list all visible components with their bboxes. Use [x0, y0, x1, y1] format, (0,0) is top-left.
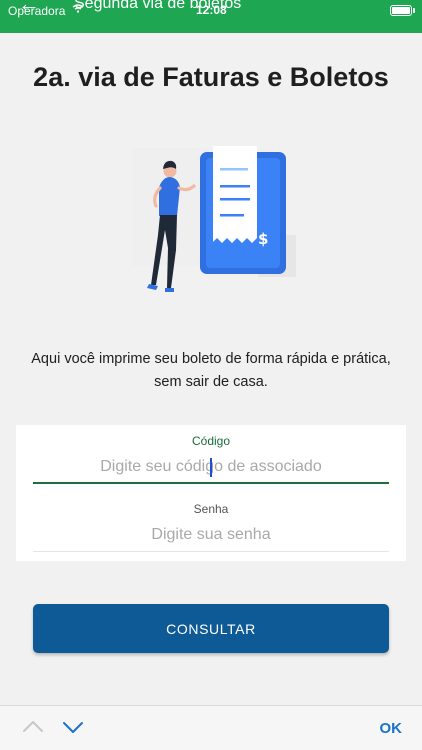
- code-label: Código: [191, 434, 231, 448]
- status-bar: Operadora ← Segunda via de boletos 12:08: [0, 0, 422, 33]
- keyboard-toolbar: OK: [0, 705, 422, 750]
- description-line-1: Aqui você imprime seu boleto de forma rá…: [31, 351, 391, 367]
- clock: 12:08: [196, 3, 227, 17]
- text-caret: [210, 458, 212, 477]
- password-label: Senha: [193, 502, 229, 516]
- battery-icon: [390, 5, 412, 16]
- chevron-up-icon[interactable]: [22, 716, 44, 736]
- login-form: Código Senha: [16, 425, 406, 561]
- description-line-2: sem sair de casa.: [154, 374, 268, 390]
- svg-text:$: $: [258, 230, 268, 248]
- page-description: Aqui você imprime seu boleto de forma rá…: [20, 348, 402, 394]
- password-underline: [33, 551, 389, 552]
- chevron-down-icon[interactable]: [62, 718, 84, 738]
- battery-tip: [413, 8, 415, 13]
- page-title: 2a. via de Faturas e Boletos: [33, 62, 389, 92]
- keyboard-ok-button[interactable]: OK: [380, 720, 403, 737]
- invoice-illustration: $: [132, 146, 296, 292]
- password-input[interactable]: [33, 522, 389, 548]
- back-arrow-icon[interactable]: ←: [18, 0, 40, 17]
- consultar-button[interactable]: CONSULTAR: [33, 604, 389, 653]
- code-underline: [33, 482, 389, 484]
